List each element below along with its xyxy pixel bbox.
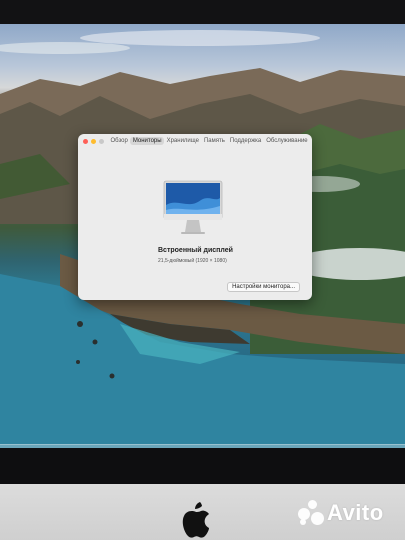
minimize-button[interactable]	[91, 138, 96, 144]
monitor-top-bezel	[0, 0, 405, 24]
monitor-bottom-bezel	[0, 448, 405, 484]
zoom-button[interactable]	[99, 138, 104, 144]
avito-watermark: Avito	[298, 500, 384, 526]
display-settings-button[interactable]: Настройки мониторa...	[227, 282, 300, 292]
display-specs: 21,5-дюймовый (1920 × 1080)	[158, 258, 227, 264]
avito-logo-icon	[298, 500, 324, 526]
avito-text: Avito	[327, 500, 384, 525]
apple-logo-icon	[182, 502, 209, 538]
desktop[interactable]: Обзор Мониторы Хранилище Память Поддержк…	[0, 24, 405, 448]
display-name: Встроенный дисплей	[158, 247, 233, 254]
displays-pane: Встроенный дисплей 21,5-дюймовый (1920 ×…	[78, 148, 312, 300]
tab-overview[interactable]: Обзор	[108, 137, 130, 145]
tab-service[interactable]: Обслуживание	[264, 137, 310, 145]
about-this-mac-window: Обзор Мониторы Хранилище Память Поддержк…	[78, 134, 312, 300]
imac-display-image	[163, 180, 223, 234]
close-button[interactable]	[83, 138, 88, 144]
imac-chin: Avito	[0, 484, 405, 540]
tab-memory[interactable]: Память	[201, 137, 227, 145]
tab-support[interactable]: Поддержка	[227, 137, 263, 145]
tab-bar: Обзор Мониторы Хранилище Память Поддержк…	[108, 137, 310, 145]
window-titlebar[interactable]: Обзор Мониторы Хранилище Память Поддержк…	[78, 134, 312, 148]
tab-displays[interactable]: Мониторы	[130, 137, 165, 145]
tab-storage[interactable]: Хранилище	[164, 137, 201, 145]
